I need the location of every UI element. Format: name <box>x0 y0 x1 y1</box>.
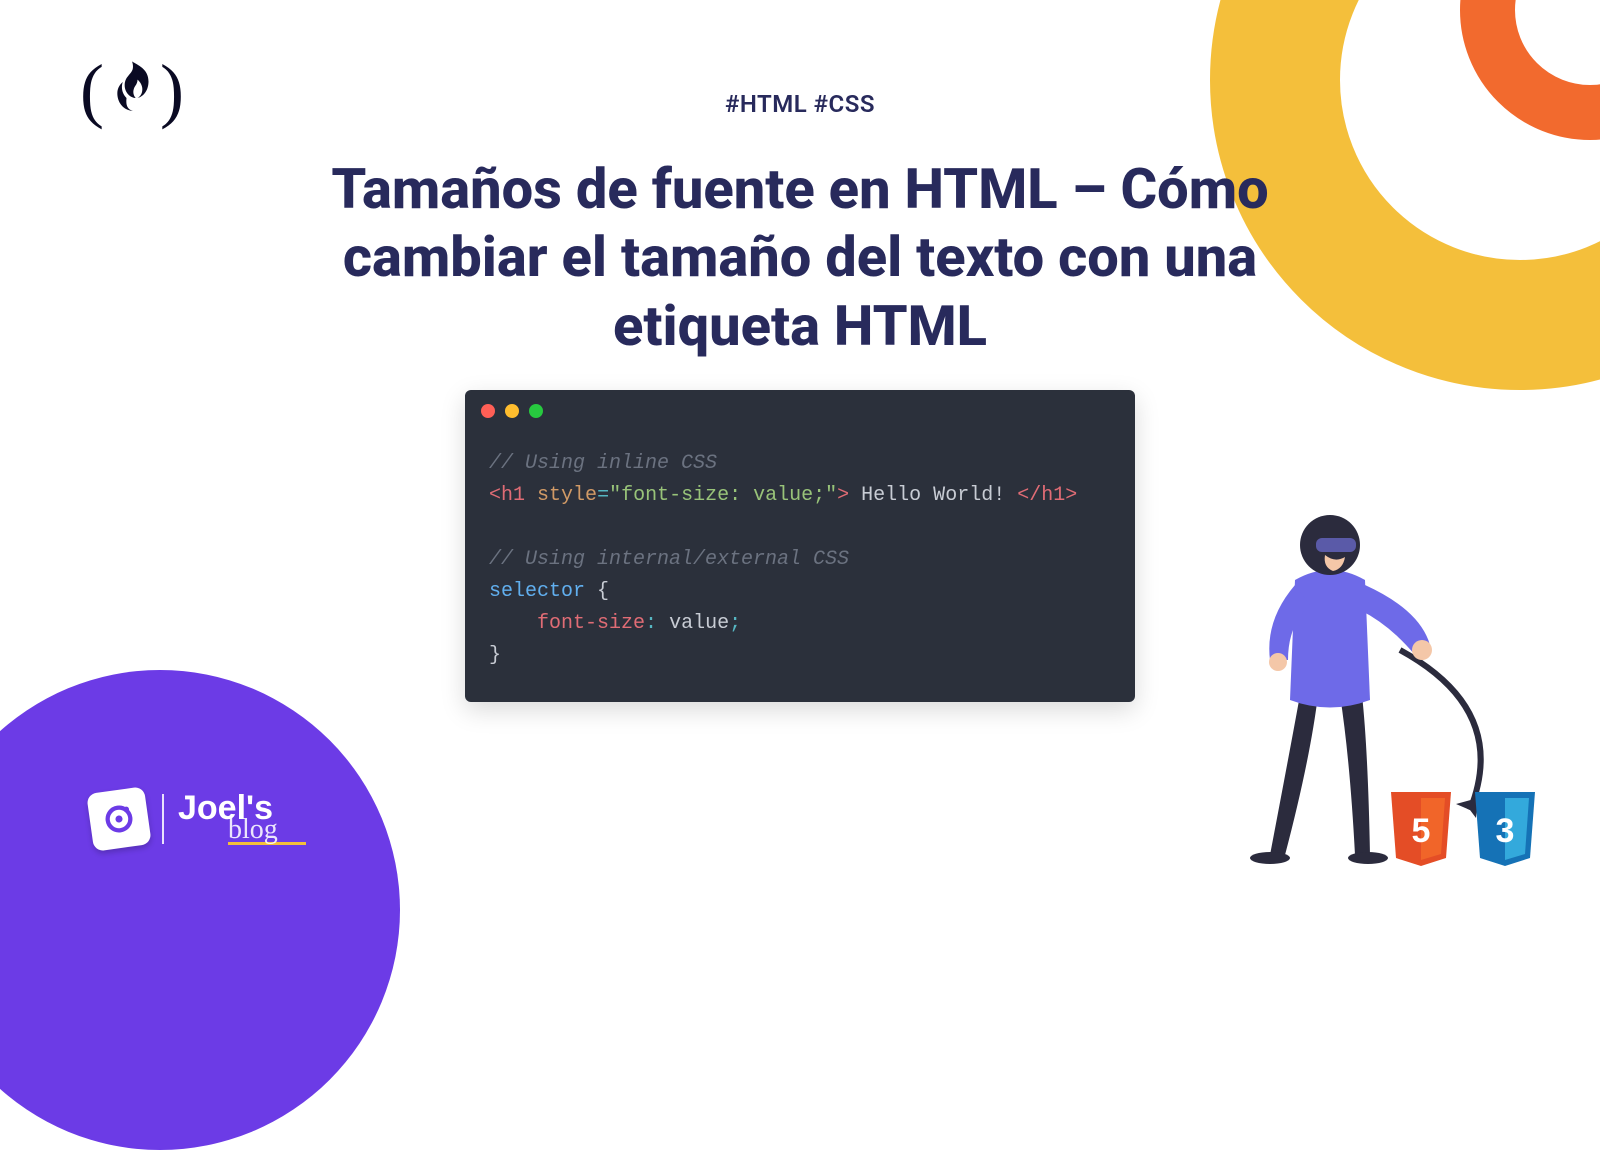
window-traffic-lights <box>465 390 1135 426</box>
joels-blog: blog <box>228 817 306 845</box>
traffic-green-icon <box>529 404 543 418</box>
fire-icon <box>110 48 154 131</box>
code-str-content: font-size: value; <box>621 484 825 507</box>
code-semicolon: ; <box>729 612 741 635</box>
code-inner-text: Hello World! <box>849 484 1017 507</box>
code-brace-close: } <box>489 644 501 667</box>
tech-shields: 5 3 <box>1386 790 1540 870</box>
code-comment: // Using inline CSS <box>489 452 717 475</box>
code-prop: font-size <box>537 612 645 635</box>
paren-right-icon: ) <box>160 54 184 126</box>
joels-divider <box>162 794 164 844</box>
joels-text: Joel's blog <box>178 793 306 846</box>
code-colon: : <box>645 612 669 635</box>
code-value: value <box>669 612 729 635</box>
paren-left-icon: ( <box>80 54 104 126</box>
code-str-close: " <box>825 484 837 507</box>
code-block: // Using inline CSS <h1 style="font-size… <box>465 390 1135 702</box>
code-closetag-name: h1 <box>1041 484 1065 507</box>
svg-text:5: 5 <box>1412 812 1431 850</box>
code-content: // Using inline CSS <h1 style="font-size… <box>465 426 1135 686</box>
code-attr: style <box>537 484 597 507</box>
article-title: Tamaños de fuente en HTML – Cómo cambiar… <box>290 155 1310 360</box>
traffic-yellow-icon <box>505 404 519 418</box>
code-selector: selector <box>489 580 597 603</box>
code-op-eq: = <box>597 484 609 507</box>
svg-text:3: 3 <box>1496 812 1515 850</box>
freecodecamp-logo: ( ) <box>80 48 184 131</box>
code-closetag-close: > <box>1065 484 1077 507</box>
css3-shield-icon: 3 <box>1470 790 1540 870</box>
code-closetag-open: </ <box>1017 484 1041 507</box>
joels-branding: Joel's blog <box>90 790 306 848</box>
code-tag-name: h1 <box>501 484 525 507</box>
code-str-open: " <box>609 484 621 507</box>
decorative-circle-purple <box>0 670 400 1150</box>
joels-logo-icon <box>86 786 152 852</box>
traffic-red-icon <box>481 404 495 418</box>
code-tag-close: > <box>837 484 849 507</box>
html5-shield-icon: 5 <box>1386 790 1456 870</box>
code-tag-open: < <box>489 484 501 507</box>
article-tags: #HTML #CSS <box>725 90 875 118</box>
code-brace-open: { <box>597 580 609 603</box>
code-comment2: // Using internal/external CSS <box>489 548 849 571</box>
